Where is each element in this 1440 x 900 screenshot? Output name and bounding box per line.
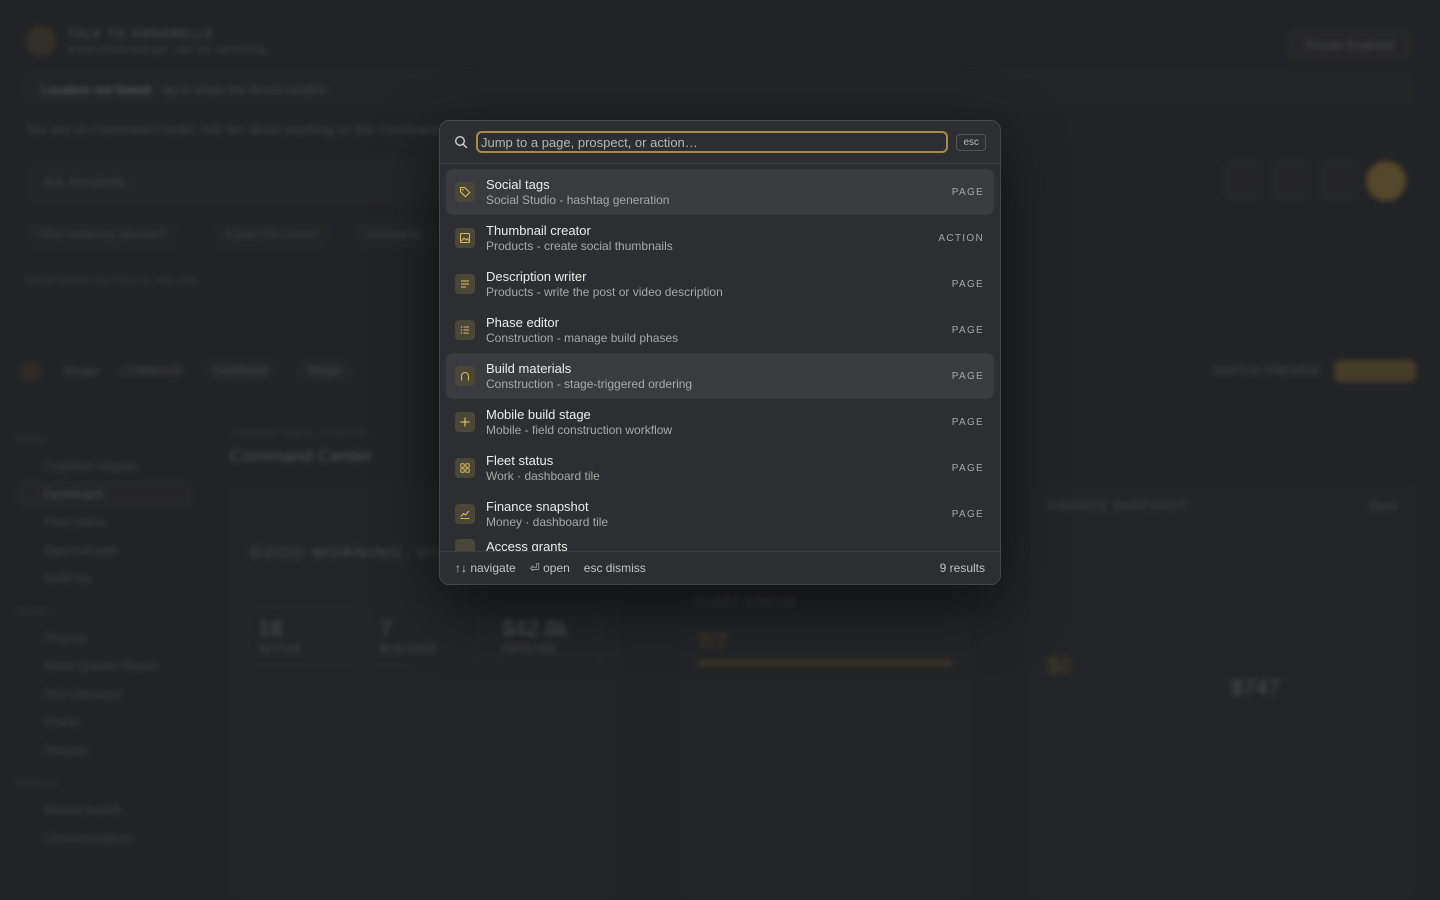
result-title: Phase editor <box>486 314 559 330</box>
result-item-fleet-status[interactable]: Fleet status Work · dashboard tile PAGE <box>446 445 994 491</box>
result-title: Build materials <box>486 360 572 376</box>
text-lines-icon <box>455 274 475 294</box>
result-subtitle: Social Studio - hashtag generation <box>486 192 670 207</box>
result-subtitle: Money · dashboard tile <box>486 514 609 529</box>
result-subtitle: Products - write the post or video descr… <box>486 284 723 299</box>
palette-search-input[interactable] <box>476 131 949 153</box>
result-kind: PAGE <box>951 370 984 382</box>
result-item-access-grants[interactable]: Access grants <box>446 537 994 552</box>
result-item-social-tags[interactable]: Social tags Social Studio - hashtag gene… <box>446 169 994 215</box>
result-item-thumbnail-creator[interactable]: Thumbnail creator Products - create soci… <box>446 215 994 261</box>
result-item-description-writer[interactable]: Description writer Products - write the … <box>446 261 994 307</box>
result-kind: PAGE <box>951 462 984 474</box>
hint-navigate: ↑↓ navigate <box>455 561 516 575</box>
tag-icon <box>455 182 475 202</box>
grid-icon <box>455 458 475 478</box>
result-item-mobile-build-stage[interactable]: Mobile build stage Mobile - field constr… <box>446 399 994 445</box>
chart-line-icon <box>455 504 475 524</box>
result-item-build-materials[interactable]: Build materials Construction - stage-tri… <box>446 353 994 399</box>
result-title: Thumbnail creator <box>486 222 591 238</box>
result-subtitle: Construction - stage-triggered ordering <box>486 376 693 391</box>
palette-results-list: Social tags Social Studio - hashtag gene… <box>440 164 1000 552</box>
result-count: 9 results <box>939 561 985 575</box>
result-kind: PAGE <box>951 186 984 198</box>
palette-footer: ↑↓ navigate ⏎ open esc dismiss 9 results <box>440 551 1000 584</box>
search-icon <box>454 135 468 149</box>
result-title: Description writer <box>486 268 587 284</box>
hint-open: ⏎ open <box>529 561 570 575</box>
result-title: Finance snapshot <box>486 498 589 514</box>
command-palette: esc Social tags Social Studio - hashtag … <box>439 120 1001 585</box>
palette-search-bar: esc <box>440 121 1000 164</box>
result-kind: PAGE <box>951 416 984 428</box>
result-kind: PAGE <box>951 324 984 336</box>
result-subtitle: Work · dashboard tile <box>486 468 600 483</box>
result-title: Fleet status <box>486 452 554 468</box>
result-item-finance-snapshot[interactable]: Finance snapshot Money · dashboard tile … <box>446 491 994 537</box>
result-subtitle: Mobile - field construction workflow <box>486 422 673 437</box>
list-icon <box>455 320 475 340</box>
plus-icon <box>455 412 475 432</box>
result-kind: PAGE <box>951 508 984 520</box>
esc-key-badge[interactable]: esc <box>956 133 986 151</box>
result-subtitle: Products - create social thumbnails <box>486 238 673 253</box>
result-title: Mobile build stage <box>486 406 591 422</box>
arch-icon <box>455 366 475 386</box>
image-icon <box>455 228 475 248</box>
result-title: Social tags <box>486 176 550 192</box>
result-item-phase-editor[interactable]: Phase editor Construction - manage build… <box>446 307 994 353</box>
hint-dismiss: esc dismiss <box>583 561 646 575</box>
result-kind: PAGE <box>951 278 984 290</box>
result-subtitle: Construction - manage build phases <box>486 330 679 345</box>
result-kind: ACTION <box>938 232 984 244</box>
